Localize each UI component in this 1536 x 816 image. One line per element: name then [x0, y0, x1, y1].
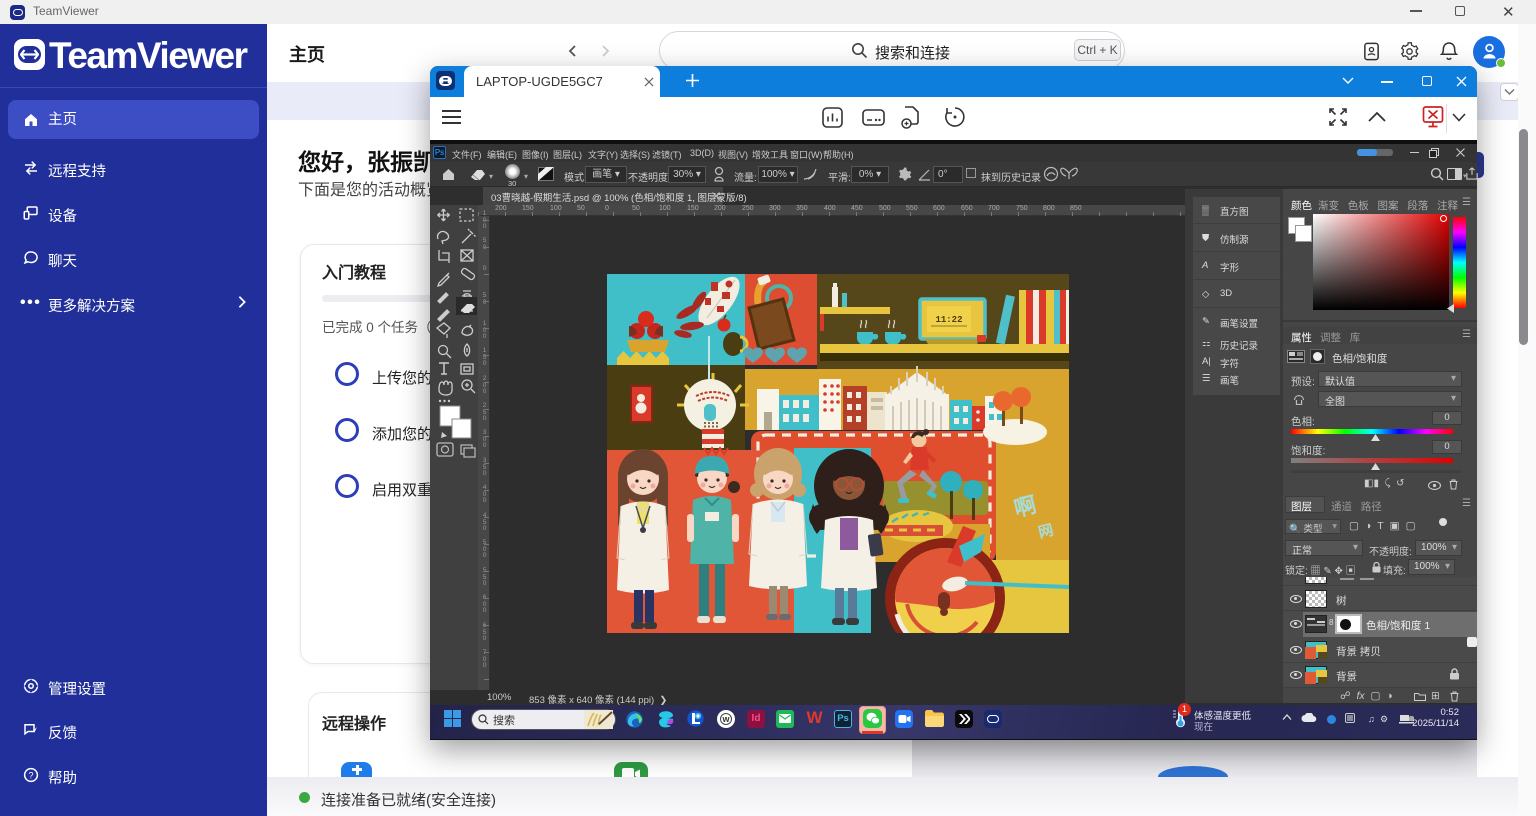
svg-text:11:22: 11:22: [935, 315, 962, 325]
svg-text:?: ?: [28, 770, 33, 780]
